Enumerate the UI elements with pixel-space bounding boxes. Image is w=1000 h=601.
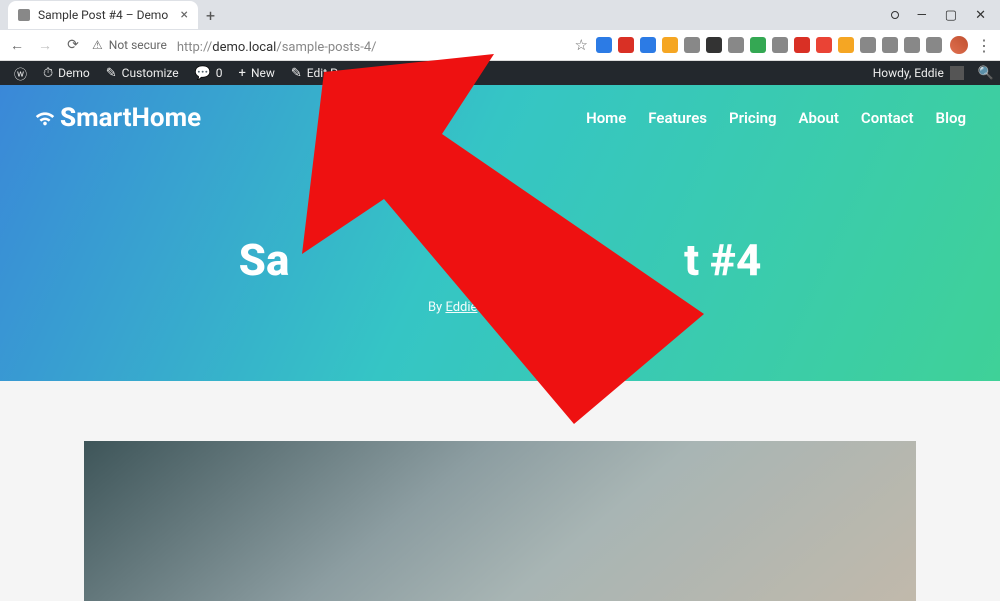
not-secure-label: Not secure [109,38,167,52]
url-display[interactable]: http://demo.local/sample-posts-4/ [177,36,377,55]
tab-close-icon[interactable]: × [181,7,188,23]
nav-link-features[interactable]: Features [648,109,707,127]
meta-sep: • [484,300,488,315]
wordpress-icon: ⓦ [14,64,27,83]
back-button[interactable]: ← [8,37,26,54]
extension-icon-8[interactable] [772,37,788,53]
wp-new-label: New [251,66,275,80]
menu-icon[interactable]: ⋮ [976,36,992,55]
post-date: May 21, 2020 [495,300,572,315]
comment-icon: 💬 [195,66,211,81]
post-meta: By Eddie • May 21, 2020 [0,300,1000,315]
wp-admin-bar: ⓦ ⏱ Demo ✎ Customize 💬 0 + New ✎ Edit Po… [0,61,1000,85]
nav-link-about[interactable]: About [799,109,839,127]
extension-icon-12[interactable] [860,37,876,53]
extension-icon-5[interactable] [706,37,722,53]
wp-edit-post-label: Edit Post [307,66,355,80]
wp-howdy-label[interactable]: Howdy, Eddie [873,66,944,80]
security-status[interactable]: ⚠ Not secure [92,38,167,52]
wp-site-name: Demo [58,66,90,80]
wp-comments-count: 0 [216,66,223,80]
wifi-icon [34,107,56,129]
wp-new-link[interactable]: + New [231,66,283,81]
hero-section: SmartHome Home Features Pricing About Contac… [0,85,1000,381]
profile-avatar[interactable] [950,36,968,54]
search-icon[interactable]: 🔍 [978,66,994,81]
tab-strip: Sample Post #4 – Demo × + — ▢ ✕ [0,0,1000,30]
extension-icon-9[interactable] [794,37,810,53]
extension-icon-11[interactable] [838,37,854,53]
extension-icon-14[interactable] [904,37,920,53]
logo-text: martHome [76,103,201,133]
wp-logo-link[interactable]: ⓦ [6,64,35,83]
dashboard-icon: ⏱ [43,66,53,81]
logo-s: S [60,103,76,133]
new-tab-button[interactable]: + [206,6,215,25]
account-icon[interactable] [891,11,899,19]
warning-icon: ⚠ [92,38,103,52]
extension-icon-13[interactable] [882,37,898,53]
extension-icon-10[interactable] [816,37,832,53]
reload-button[interactable]: ⟳ [64,37,82,53]
extension-icon-4[interactable] [684,37,700,53]
extension-icon-2[interactable] [640,37,656,53]
url-path: /sample-posts-4/ [276,40,376,55]
wp-edit-post-link[interactable]: ✎ Edit Post [283,66,363,81]
close-window-button[interactable]: ✕ [975,8,986,23]
extension-icon-1[interactable] [618,37,634,53]
site-logo[interactable]: SmartHome [34,103,201,133]
nav-link-home[interactable]: Home [586,109,626,127]
extension-icon-3[interactable] [662,37,678,53]
extension-icon-0[interactable] [596,37,612,53]
pencil-icon: ✎ [291,66,302,81]
extension-icon-6[interactable] [728,37,744,53]
wp-customize-label: Customize [122,66,179,80]
post-title: Sahiddent #4 [0,234,1000,286]
nav-link-contact[interactable]: Contact [861,109,914,127]
extension-icon-7[interactable] [750,37,766,53]
wp-avatar-icon[interactable] [950,66,964,80]
by-label: By [428,300,442,315]
maximize-button[interactable]: ▢ [945,8,957,23]
forward-button[interactable]: → [36,37,54,54]
extension-icons [596,37,942,53]
extension-icon-15[interactable] [926,37,942,53]
wp-comments-link[interactable]: 💬 0 [187,66,231,81]
author-link[interactable]: Eddie [445,300,477,315]
nav-link-pricing[interactable]: Pricing [729,109,777,127]
nav-link-blog[interactable]: Blog [936,109,966,127]
browser-tab[interactable]: Sample Post #4 – Demo × [8,1,198,29]
wp-customize-link[interactable]: ✎ Customize [98,66,187,81]
address-bar: ← → ⟳ ⚠ Not secure http://demo.local/sam… [0,30,1000,60]
tab-favicon-icon [18,9,30,21]
featured-image [84,441,916,601]
tab-title: Sample Post #4 – Demo [38,8,168,22]
wp-site-link[interactable]: ⏱ Demo [35,66,98,81]
minimize-button[interactable]: — [917,8,927,23]
post-category: UNCATEGORIZED [0,213,1000,226]
main-nav: Home Features Pricing About Contact Blog [586,109,966,127]
brush-icon: ✎ [106,66,117,81]
content-area [0,381,1000,601]
url-host: demo.local [212,40,276,55]
window-controls: — ▢ ✕ [891,8,1000,23]
plus-icon: + [239,66,246,81]
star-icon[interactable]: ☆ [575,36,588,54]
url-prefix: http:// [177,40,212,55]
